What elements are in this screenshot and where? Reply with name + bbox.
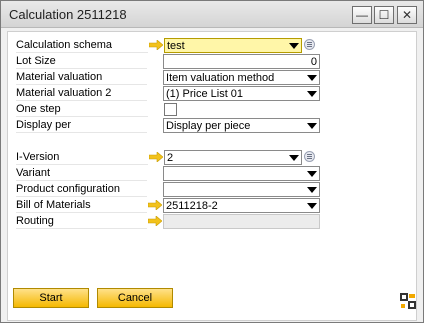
- cancel-button[interactable]: Cancel: [97, 288, 173, 308]
- material-valuation-label: Material valuation: [16, 69, 148, 85]
- bill-of-materials-select[interactable]: 2511218-2: [163, 197, 320, 213]
- row-product-configuration: Product configuration: [16, 181, 320, 197]
- calculation-schema-select[interactable]: test: [164, 37, 302, 53]
- maximize-icon: ☐: [378, 8, 390, 22]
- chevron-down-icon: [307, 170, 317, 177]
- chevron-down-icon: [307, 74, 317, 81]
- material-valuation-2-label: Material valuation 2: [16, 85, 148, 101]
- chevron-down-icon: [307, 122, 317, 129]
- window-title: Calculation 2511218: [9, 7, 127, 22]
- form-panel: Calculation schema test Lot Size 0 Mater…: [7, 31, 417, 321]
- one-step-label: One step: [16, 101, 148, 117]
- bill-of-materials-value: 2511218-2: [166, 199, 218, 212]
- start-button[interactable]: Start: [13, 288, 89, 308]
- chevron-down-icon: [307, 90, 317, 97]
- row-routing: Routing: [16, 213, 320, 229]
- close-icon: ✕: [401, 8, 413, 22]
- link-arrow-icon[interactable]: [147, 197, 163, 213]
- close-button[interactable]: ✕: [397, 6, 417, 24]
- display-per-label: Display per: [16, 117, 148, 133]
- variant-select[interactable]: [163, 165, 320, 181]
- minimize-button[interactable]: —: [352, 6, 372, 24]
- variant-label: Variant: [16, 165, 148, 181]
- chevron-down-icon: [289, 154, 299, 161]
- chevron-down-icon: [307, 186, 317, 193]
- minimize-icon: —: [356, 8, 368, 22]
- product-configuration-select[interactable]: [163, 181, 320, 197]
- calculation-window: Calculation 2511218 — ☐ ✕ Calculation sc…: [0, 0, 424, 323]
- i-version-select[interactable]: 2: [164, 149, 302, 165]
- i-version-value: 2: [167, 151, 174, 164]
- material-valuation-2-value: (1) Price List 01: [166, 87, 244, 100]
- lot-size-label: Lot Size: [16, 53, 148, 69]
- routing-label: Routing: [16, 213, 148, 229]
- row-lot-size: Lot Size 0: [16, 53, 320, 69]
- lot-size-input[interactable]: 0: [163, 53, 320, 69]
- title-bar[interactable]: Calculation 2511218 — ☐ ✕: [1, 1, 423, 28]
- list-options-icon[interactable]: [304, 39, 315, 50]
- calculation-schema-value: test: [167, 39, 185, 52]
- list-options-icon[interactable]: [304, 151, 315, 162]
- maximize-button[interactable]: ☐: [374, 6, 394, 24]
- material-valuation-2-select[interactable]: (1) Price List 01: [163, 85, 320, 101]
- row-bill-of-materials: Bill of Materials 2511218-2: [16, 197, 320, 213]
- row-i-version: I-Version 2: [16, 149, 320, 165]
- link-arrow-icon[interactable]: [147, 213, 163, 229]
- row-variant: Variant: [16, 165, 320, 181]
- material-valuation-value: Item valuation method: [166, 71, 275, 84]
- row-calculation-schema: Calculation schema test: [16, 37, 320, 53]
- one-step-checkbox[interactable]: [164, 102, 177, 116]
- link-arrow-icon[interactable]: [148, 149, 164, 165]
- row-material-valuation-2: Material valuation 2 (1) Price List 01: [16, 85, 320, 101]
- routing-field: [163, 213, 320, 229]
- row-material-valuation: Material valuation Item valuation method: [16, 69, 320, 85]
- expand-icon[interactable]: [400, 293, 416, 309]
- calculation-schema-label: Calculation schema: [16, 37, 148, 53]
- product-configuration-label: Product configuration: [16, 181, 148, 197]
- material-valuation-select[interactable]: Item valuation method: [163, 69, 320, 85]
- display-per-value: Display per piece: [166, 119, 251, 132]
- bill-of-materials-label: Bill of Materials: [16, 197, 148, 213]
- display-per-select[interactable]: Display per piece: [163, 117, 320, 133]
- row-display-per: Display per Display per piece: [16, 117, 320, 133]
- chevron-down-icon: [289, 42, 299, 49]
- chevron-down-icon: [307, 202, 317, 209]
- row-one-step: One step: [16, 101, 320, 117]
- i-version-label: I-Version: [16, 149, 148, 165]
- link-arrow-icon[interactable]: [148, 37, 164, 53]
